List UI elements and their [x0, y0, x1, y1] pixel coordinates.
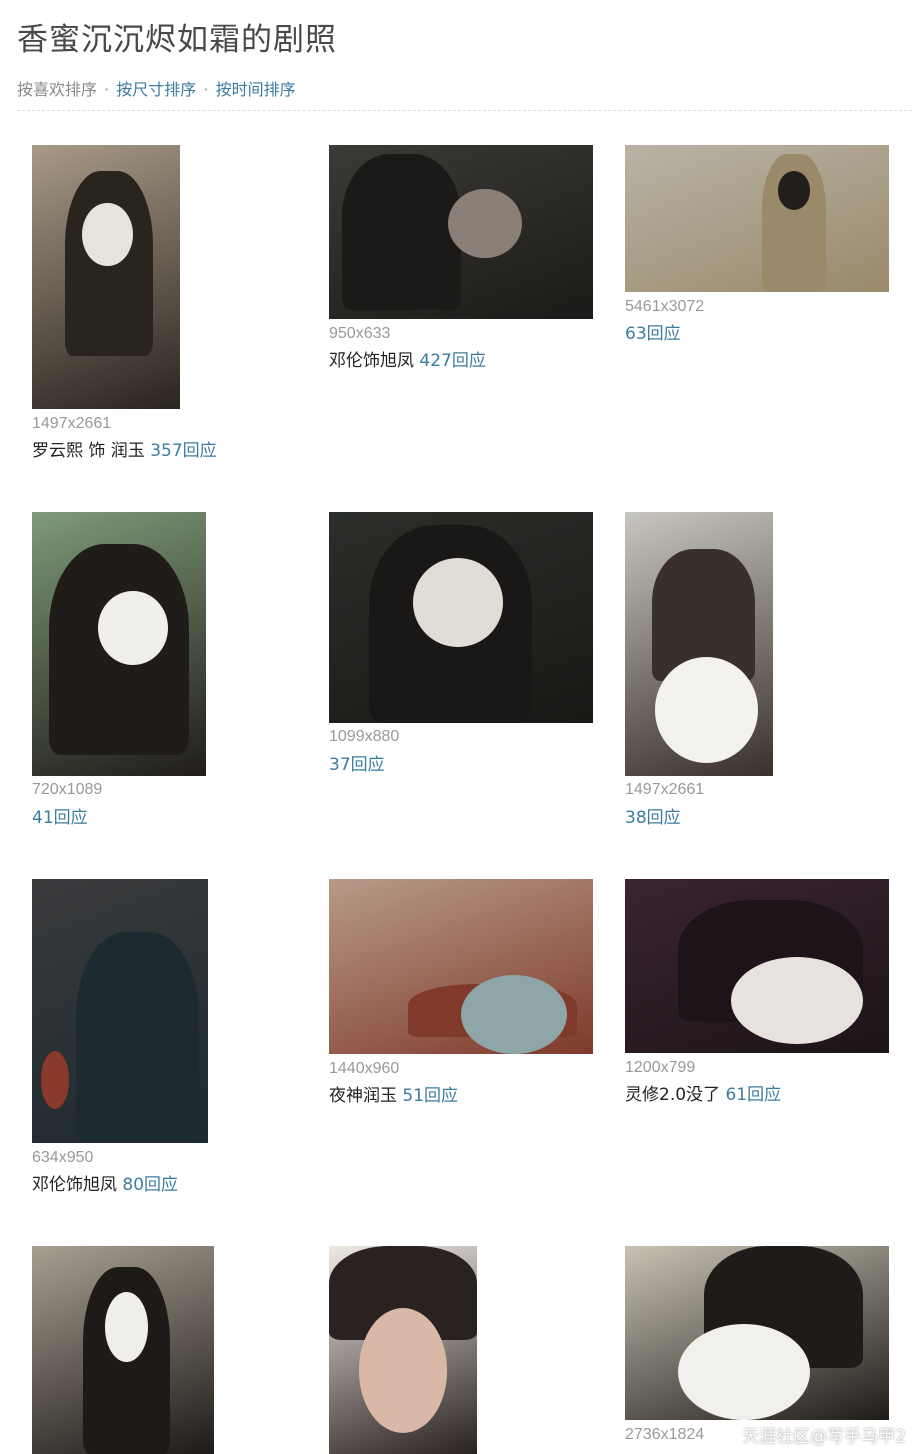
- sort-by-likes-current: 按喜欢排序: [17, 80, 98, 99]
- header-divider: [17, 110, 912, 111]
- caption-text: 邓伦饰旭凤: [32, 1175, 123, 1195]
- photo-size: 634x950: [32, 1149, 94, 1166]
- photo-thumbnail[interactable]: [329, 145, 593, 319]
- site-watermark: 天涯社区@写手马甲2: [742, 1427, 906, 1447]
- sort-by-size-link[interactable]: 按尺寸排序: [116, 80, 196, 99]
- photo-caption: 夜神润玉 51回应: [329, 1084, 458, 1108]
- photo-size: 1497x2661: [32, 415, 112, 432]
- photo-thumbnail[interactable]: [32, 512, 206, 776]
- photo-thumbnail[interactable]: [329, 512, 593, 723]
- photo-caption: 邓伦饰旭凤 80回应: [32, 1173, 178, 1197]
- photo-caption: 37回应: [329, 753, 385, 777]
- sort-bar: 按喜欢排序 · 按尺寸排序 · 按时间排序: [17, 78, 912, 102]
- photo-thumbnail[interactable]: [625, 145, 889, 292]
- photo-caption: 灵修2.0没了 61回应: [625, 1083, 781, 1107]
- photo-thumbnail[interactable]: [625, 512, 773, 776]
- caption-text: 灵修2.0没了: [625, 1085, 726, 1105]
- photo-thumbnail[interactable]: [329, 1246, 477, 1454]
- photo-caption: 邓伦饰旭凤 427回应: [329, 349, 486, 373]
- sort-separator: ·: [203, 80, 209, 99]
- photo-size: 1497x2661: [625, 781, 705, 798]
- photo-thumbnail[interactable]: [329, 879, 593, 1054]
- photo-caption: 41回应: [32, 806, 88, 830]
- photo-size: 1440x960: [329, 1060, 400, 1077]
- photo-size: 5461x3072: [625, 298, 705, 315]
- replies-link[interactable]: 51回应: [402, 1086, 458, 1106]
- caption-text: 邓伦饰旭凤: [329, 351, 420, 371]
- photo-thumbnail[interactable]: [625, 879, 889, 1053]
- photo-caption: 罗云熙 饰 润玉 357回应: [32, 439, 217, 463]
- replies-link[interactable]: 37回应: [329, 755, 385, 775]
- caption-text: 夜神润玉: [329, 1086, 403, 1106]
- sort-separator: ·: [104, 80, 110, 99]
- replies-link[interactable]: 41回应: [32, 808, 88, 828]
- replies-link[interactable]: 357回应: [150, 441, 216, 461]
- photo-thumbnail[interactable]: [32, 145, 180, 409]
- photo-size: 1200x799: [625, 1059, 696, 1076]
- replies-link[interactable]: 61回应: [725, 1085, 781, 1105]
- page-title: 香蜜沉沉烬如霜的剧照: [17, 22, 337, 58]
- photo-thumbnail[interactable]: [32, 1246, 214, 1454]
- photo-caption: 63回应: [625, 322, 681, 346]
- photo-size: 1099x880: [329, 728, 400, 745]
- photo-thumbnail[interactable]: [32, 879, 208, 1143]
- photo-size: 2736x1824: [625, 1426, 705, 1443]
- caption-text: 罗云熙 饰 润玉: [32, 441, 151, 461]
- replies-link[interactable]: 427回应: [419, 351, 485, 371]
- sort-by-time-link[interactable]: 按时间排序: [216, 80, 296, 99]
- photo-size: 950x633: [329, 325, 391, 342]
- replies-link[interactable]: 38回应: [625, 808, 681, 828]
- photo-size: 720x1089: [32, 781, 103, 798]
- photo-caption: 38回应: [625, 806, 681, 830]
- replies-link[interactable]: 63回应: [625, 324, 681, 344]
- photo-thumbnail[interactable]: [625, 1246, 889, 1420]
- replies-link[interactable]: 80回应: [122, 1175, 178, 1195]
